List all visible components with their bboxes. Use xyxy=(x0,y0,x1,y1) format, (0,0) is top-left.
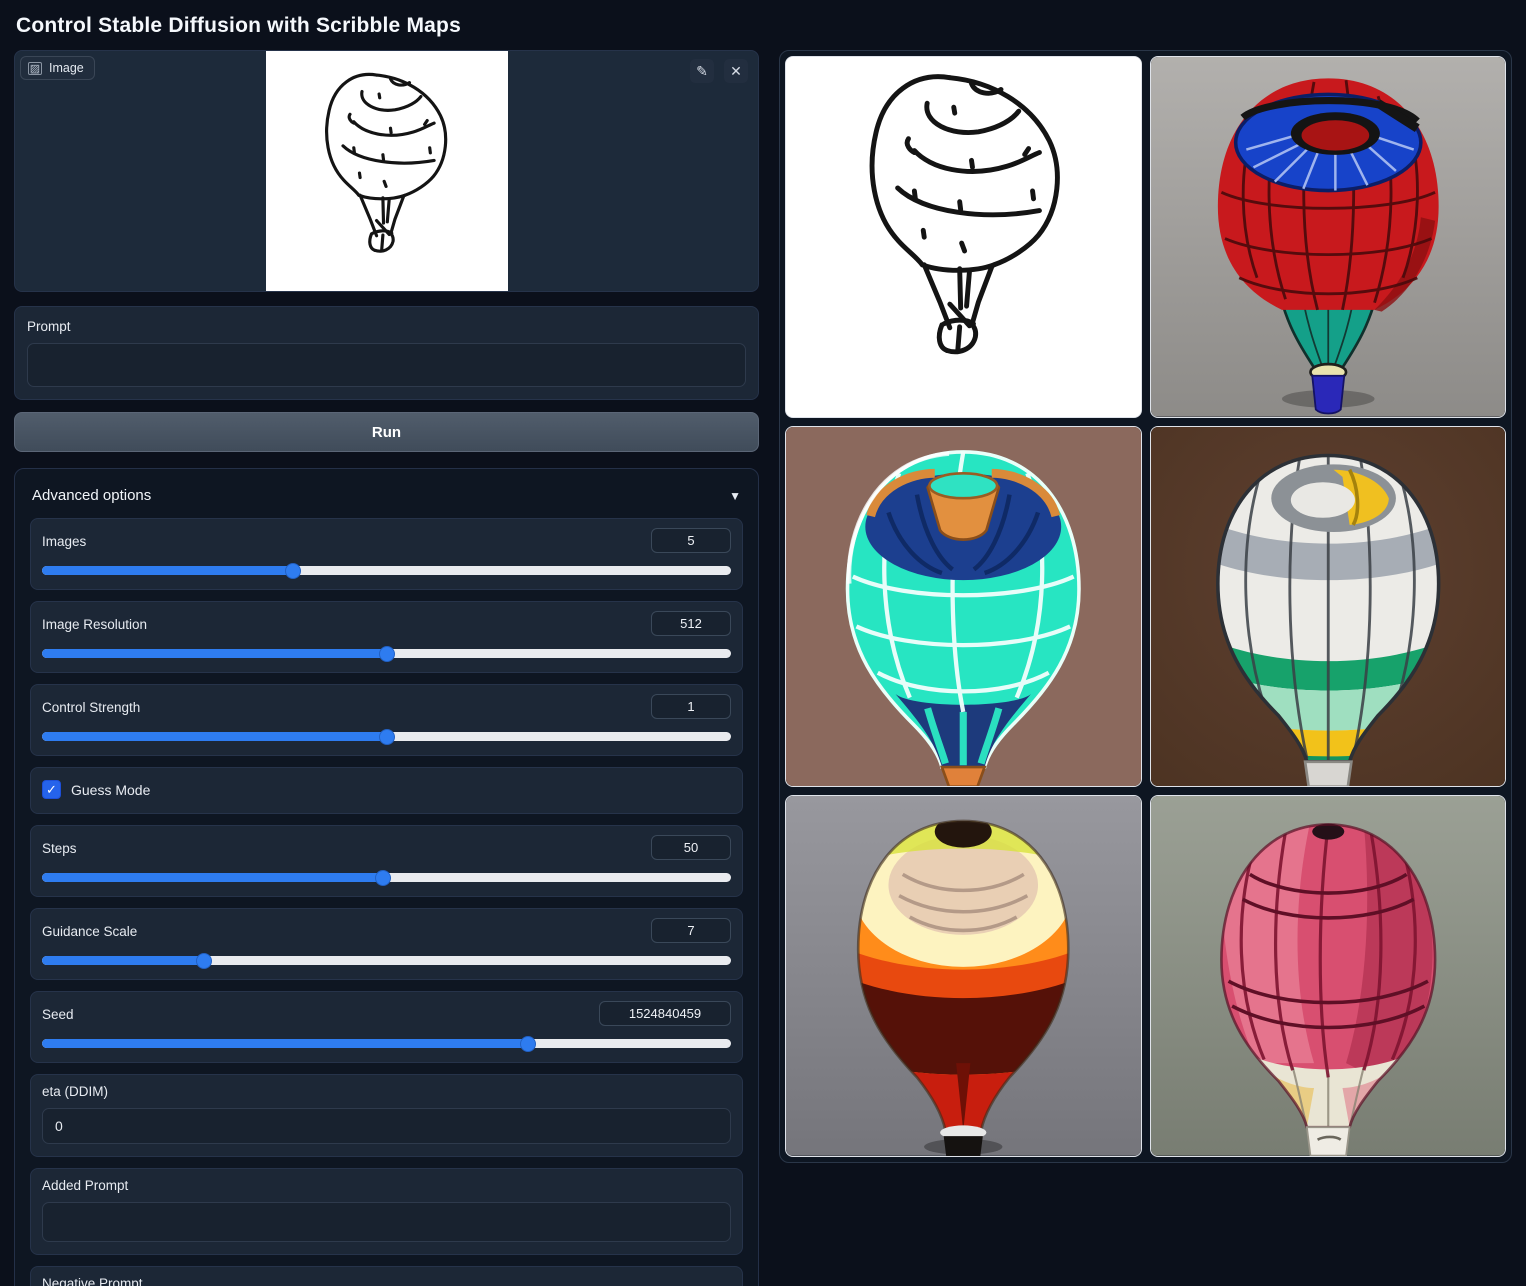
image-label: Image xyxy=(49,61,84,75)
checkmark-icon: ✓ xyxy=(46,781,57,797)
steps-number-input[interactable]: 50 xyxy=(651,835,731,860)
added-prompt-input[interactable] xyxy=(42,1202,731,1242)
steps-slider-label: Steps xyxy=(42,841,77,856)
control-strength-number-input[interactable]: 1 xyxy=(651,694,731,719)
gallery-item-teal-balloon[interactable] xyxy=(785,425,1142,788)
run-button[interactable]: Run xyxy=(14,412,759,452)
prompt-label: Prompt xyxy=(27,319,71,334)
edit-image-button[interactable]: ✎ xyxy=(690,59,714,83)
guess-mode-row[interactable]: ✓ Guess Mode xyxy=(42,777,731,801)
image-resolution-number-input[interactable]: 512 xyxy=(651,611,731,636)
gallery-image-red-balloon xyxy=(1150,57,1505,417)
caret-down-icon: ▼ xyxy=(729,488,741,503)
negative-prompt-label: Negative Prompt xyxy=(42,1276,143,1286)
gallery-item-scribble[interactable] xyxy=(785,56,1142,418)
close-icon: ✕ xyxy=(730,62,742,79)
guess-mode-card: ✓ Guess Mode xyxy=(30,767,743,814)
page-title: Control Stable Diffusion with Scribble M… xyxy=(16,14,461,37)
gallery-image-orange-balloon xyxy=(786,796,1141,1156)
slider-card-steps: Steps 50 xyxy=(30,825,743,897)
slider-card-guidance-scale: Guidance Scale 7 xyxy=(30,908,743,980)
advanced-options-accordion: Advanced options ▼ Images 5 Image Resolu… xyxy=(14,468,759,1286)
gallery-image-pink-balloon xyxy=(1150,796,1505,1156)
app-root: Control Stable Diffusion with Scribble M… xyxy=(0,0,1526,1286)
eta-ddim-card: eta (DDIM) xyxy=(30,1074,743,1157)
image-resolution-slider-label: Image Resolution xyxy=(42,617,148,632)
seed-slider[interactable] xyxy=(42,1035,731,1052)
gallery-image-teal-balloon xyxy=(786,426,1141,787)
slider-card-images: Images 5 xyxy=(30,518,743,590)
steps-slider-handle[interactable] xyxy=(375,869,392,886)
images-slider-handle[interactable] xyxy=(285,562,302,579)
added-prompt-label: Added Prompt xyxy=(42,1178,129,1193)
guidance-scale-slider-label: Guidance Scale xyxy=(42,924,138,939)
image-resolution-slider-handle[interactable] xyxy=(378,645,395,662)
slider-card-control-strength: Control Strength 1 xyxy=(30,684,743,756)
input-image-component[interactable]: ▨ Image ✎ ✕ xyxy=(14,50,759,292)
images-number-input[interactable]: 5 xyxy=(651,528,731,553)
guidance-scale-slider[interactable] xyxy=(42,952,731,969)
guidance-scale-slider-handle[interactable] xyxy=(195,952,212,969)
guidance-scale-number-input[interactable]: 7 xyxy=(651,918,731,943)
gallery-item-red-balloon[interactable] xyxy=(1149,56,1506,418)
seed-slider-label: Seed xyxy=(42,1007,74,1022)
image-resolution-slider[interactable] xyxy=(42,645,731,662)
scribble-drawing xyxy=(266,51,508,292)
image-icon: ▨ xyxy=(28,61,42,75)
guess-mode-label: Guess Mode xyxy=(71,781,151,798)
slider-card-seed: Seed 1524840459 xyxy=(30,991,743,1063)
control-strength-slider-label: Control Strength xyxy=(42,700,141,715)
input-image-preview[interactable] xyxy=(265,51,508,292)
eta-ddim-input[interactable] xyxy=(42,1108,731,1144)
control-strength-slider-handle[interactable] xyxy=(378,728,395,745)
gallery-image-white-green-balloon xyxy=(1150,426,1505,787)
eta-ddim-label: eta (DDIM) xyxy=(42,1084,109,1099)
images-slider-label: Images xyxy=(42,534,87,549)
seed-slider-handle[interactable] xyxy=(519,1035,536,1052)
advanced-options-title: Advanced options xyxy=(32,487,152,504)
images-slider[interactable] xyxy=(42,562,731,579)
gallery-item-pink-balloon[interactable] xyxy=(1149,795,1506,1157)
pencil-icon: ✎ xyxy=(696,62,708,79)
result-gallery xyxy=(779,50,1512,1163)
slider-card-image-resolution: Image Resolution 512 xyxy=(30,601,743,673)
gallery-item-white-green-balloon[interactable] xyxy=(1149,425,1506,788)
clear-image-button[interactable]: ✕ xyxy=(724,59,748,83)
gallery-item-orange-balloon[interactable] xyxy=(785,795,1142,1157)
advanced-options-header[interactable]: Advanced options ▼ xyxy=(30,482,743,507)
added-prompt-card: Added Prompt xyxy=(30,1168,743,1255)
negative-prompt-card: Negative Prompt xyxy=(30,1266,743,1286)
guess-mode-checkbox[interactable]: ✓ xyxy=(42,780,61,799)
steps-slider[interactable] xyxy=(42,869,731,886)
gallery-image-scribble xyxy=(786,57,1141,417)
image-label-chip: ▨ Image xyxy=(20,56,95,80)
prompt-block: Prompt xyxy=(14,306,759,400)
control-strength-slider[interactable] xyxy=(42,728,731,745)
prompt-input[interactable] xyxy=(27,343,746,387)
seed-number-input[interactable]: 1524840459 xyxy=(599,1001,731,1026)
